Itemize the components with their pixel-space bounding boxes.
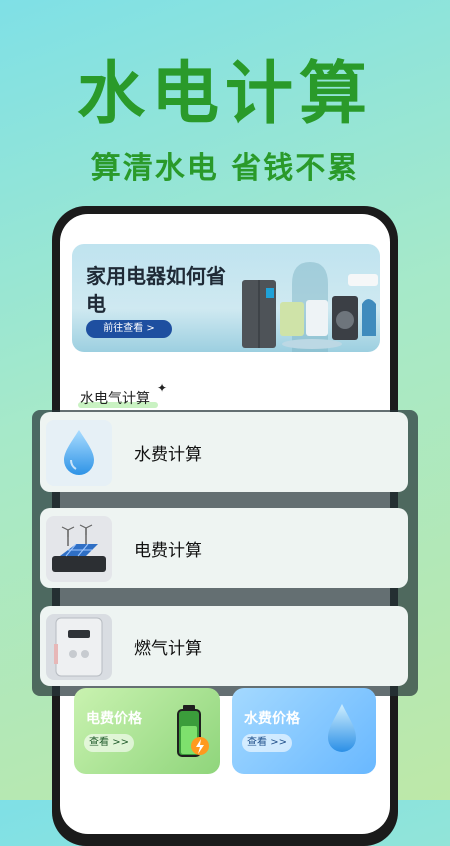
banner[interactable]: 家用电器如何省电 前往查看 > (72, 244, 380, 352)
page-subtitle: 算清水电 省钱不累 (90, 151, 360, 186)
section-label: 水电气计算 (80, 391, 150, 407)
sparkle-icon: ✦ (157, 381, 168, 395)
electric-price-card[interactable]: 电费价格 查看 >> (74, 688, 220, 774)
water-price-button[interactable]: 查看 >> (242, 734, 292, 752)
electric-price-title: 电费价格 (86, 711, 142, 727)
page-title: 水电计算 (76, 55, 373, 134)
gas-calculator-card[interactable]: 燃气计算 (40, 606, 408, 686)
water-price-card[interactable]: 水费价格 查看 >> (232, 688, 376, 774)
electric-calculator-label: 电费计算 (134, 541, 202, 561)
banner-button[interactable]: 前往查看 > (86, 320, 172, 338)
water-price-title: 水费价格 (244, 711, 300, 727)
battery-charging-icon (177, 705, 209, 757)
electric-calculator-card[interactable]: 电费计算 (40, 508, 408, 588)
electric-price-button[interactable]: 查看 >> (84, 734, 134, 752)
appliances-illustration (242, 262, 378, 352)
solar-panel-icon (46, 516, 112, 582)
water-drop-icon (46, 420, 112, 486)
water-drop-icon (328, 704, 356, 752)
gas-calculator-label: 燃气计算 (134, 639, 202, 659)
water-calculator-card[interactable]: 水费计算 (40, 412, 408, 492)
banner-title: 家用电器如何省电 (86, 264, 226, 316)
water-calculator-label: 水费计算 (134, 445, 202, 465)
water-heater-icon (46, 614, 112, 680)
